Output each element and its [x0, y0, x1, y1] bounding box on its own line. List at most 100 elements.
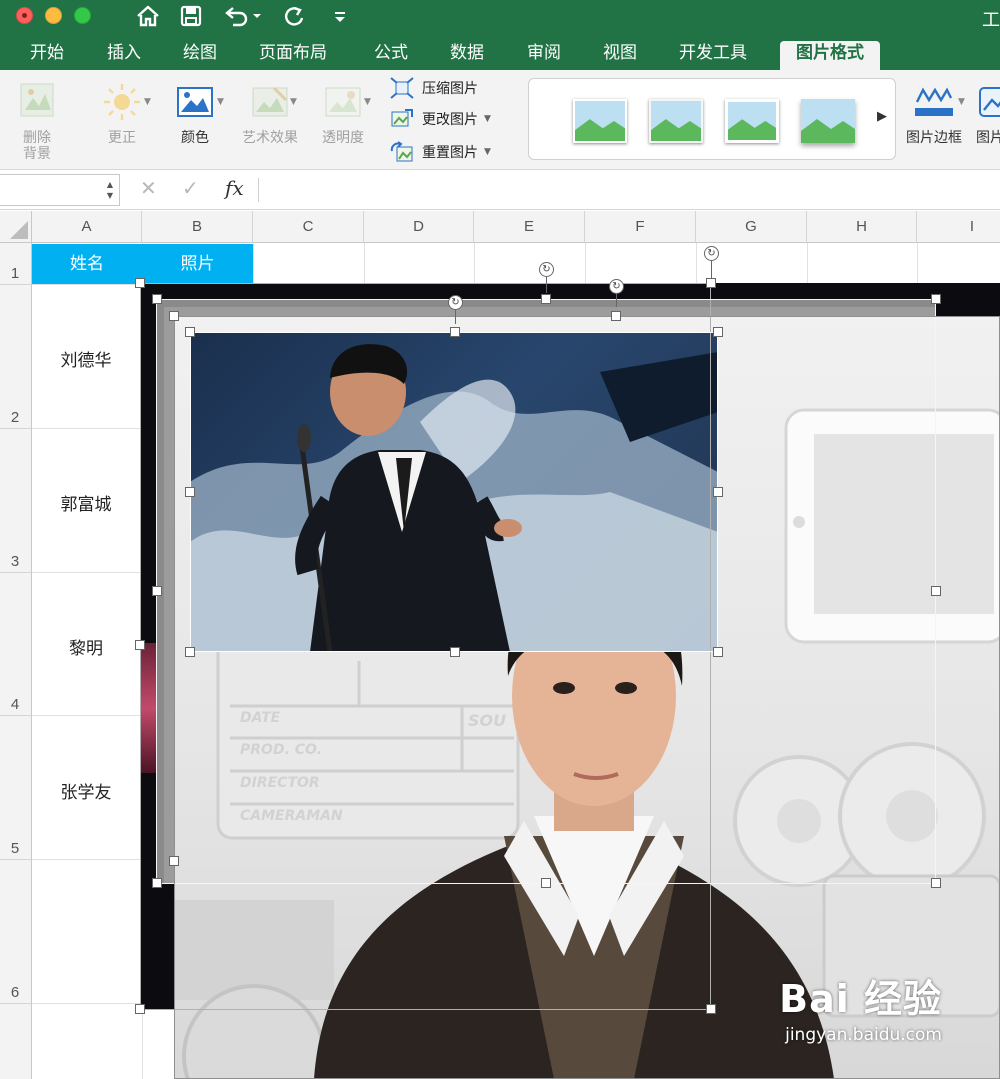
- resize-handle[interactable]: [450, 327, 460, 337]
- resize-handle[interactable]: [135, 278, 145, 288]
- minimize-window-button[interactable]: [45, 7, 62, 24]
- color-button[interactable]: 颜色: [166, 82, 224, 146]
- tab-formulas[interactable]: 公式: [372, 41, 410, 70]
- resize-handle[interactable]: [611, 311, 621, 321]
- rotate-handle-icon[interactable]: ↻: [609, 279, 624, 294]
- compress-pictures-button[interactable]: 压缩图片: [390, 76, 478, 100]
- picture-border-button[interactable]: 图片边框: [902, 82, 966, 146]
- resize-handle[interactable]: [135, 640, 145, 650]
- compress-icon: [390, 77, 414, 99]
- column-header-f[interactable]: F: [585, 211, 696, 243]
- selection-frame-photo-1: [190, 332, 718, 652]
- resize-handle[interactable]: [152, 586, 162, 596]
- rotate-handle-icon[interactable]: ↻: [704, 246, 719, 261]
- change-picture-icon: [391, 109, 413, 127]
- row-header-3[interactable]: 3: [0, 429, 32, 573]
- home-icon[interactable]: [134, 2, 162, 30]
- artistic-effects-icon: [252, 86, 288, 117]
- resize-handle[interactable]: [713, 647, 723, 657]
- picture-style-4[interactable]: [801, 99, 855, 143]
- column-header-e[interactable]: E: [474, 211, 585, 243]
- sun-icon: [104, 84, 140, 120]
- tab-insert[interactable]: 插入: [105, 41, 143, 70]
- tab-data[interactable]: 数据: [448, 41, 486, 70]
- column-header-i[interactable]: I: [917, 211, 1000, 243]
- resize-handle[interactable]: [169, 311, 179, 321]
- reset-picture-icon: [390, 141, 413, 162]
- cell-name-4[interactable]: 张学友: [32, 778, 140, 803]
- gallery-next-icon[interactable]: ▶: [877, 109, 887, 124]
- cancel-icon[interactable]: ✕: [140, 176, 157, 200]
- reset-picture-button[interactable]: 重置图片 ▼: [390, 140, 491, 164]
- column-header-g[interactable]: G: [696, 211, 807, 243]
- row-header-6[interactable]: 6: [0, 860, 32, 1004]
- tab-home[interactable]: 开始: [28, 41, 66, 70]
- resize-handle[interactable]: [706, 278, 716, 288]
- resize-handle[interactable]: [185, 487, 195, 497]
- cell-name-2[interactable]: 郭富城: [32, 490, 140, 515]
- column-header-h[interactable]: H: [807, 211, 917, 243]
- resize-handle[interactable]: [185, 647, 195, 657]
- tab-view[interactable]: 视图: [601, 41, 639, 70]
- undo-icon[interactable]: [222, 2, 264, 30]
- zoom-window-button[interactable]: [74, 7, 91, 24]
- resize-handle[interactable]: [713, 327, 723, 337]
- resize-handle[interactable]: [931, 878, 941, 888]
- resize-handle[interactable]: [706, 1004, 716, 1014]
- transparency-dropdown-icon[interactable]: ▼: [364, 97, 371, 107]
- tab-draw[interactable]: 绘图: [181, 41, 219, 70]
- change-picture-button[interactable]: 更改图片 ▼: [390, 107, 491, 131]
- picture-style-2[interactable]: [649, 99, 703, 143]
- cell-b1-photo-header[interactable]: 照片: [142, 244, 253, 284]
- column-header-d[interactable]: D: [364, 211, 474, 243]
- name-box-stepper-icon[interactable]: ▲ ▼: [107, 179, 113, 201]
- corrections-dropdown-icon[interactable]: ▼: [144, 97, 151, 107]
- row-header-4[interactable]: 4: [0, 573, 32, 716]
- transparency-button[interactable]: 透明度: [312, 82, 374, 146]
- column-header-b[interactable]: B: [142, 211, 253, 243]
- cell-name-1[interactable]: 刘德华: [32, 346, 140, 371]
- resize-handle[interactable]: [713, 487, 723, 497]
- tab-page-layout[interactable]: 页面布局: [257, 41, 329, 70]
- resize-handle[interactable]: [169, 856, 179, 866]
- tab-developer[interactable]: 开发工具: [677, 41, 749, 70]
- resize-handle[interactable]: [185, 327, 195, 337]
- remove-background-button[interactable]: 删除 背景: [12, 80, 62, 162]
- color-dropdown-icon[interactable]: ▼: [217, 97, 224, 107]
- tab-picture-format[interactable]: 图片格式: [780, 41, 880, 70]
- cell-name-3[interactable]: 黎明: [32, 634, 140, 659]
- row-header-5[interactable]: 5: [0, 716, 32, 860]
- tab-review[interactable]: 审阅: [525, 41, 563, 70]
- resize-handle[interactable]: [931, 294, 941, 304]
- insert-function-icon[interactable]: fx: [225, 176, 244, 200]
- picture-effects-button[interactable]: 图片: [976, 82, 1000, 146]
- rotate-handle-icon[interactable]: ↻: [539, 262, 554, 277]
- row-header-1[interactable]: 1: [0, 243, 32, 285]
- corrections-button[interactable]: 更正: [93, 82, 151, 146]
- customize-icon[interactable]: [330, 2, 350, 30]
- resize-handle[interactable]: [135, 1004, 145, 1014]
- column-header-a[interactable]: A: [32, 211, 142, 243]
- select-all-corner[interactable]: [0, 211, 32, 243]
- row-header-2[interactable]: 2: [0, 285, 32, 429]
- picture-style-3[interactable]: [725, 99, 779, 143]
- resize-handle[interactable]: [541, 294, 551, 304]
- artistic-dropdown-icon[interactable]: ▼: [290, 97, 297, 107]
- resize-handle[interactable]: [450, 647, 460, 657]
- resize-handle[interactable]: [541, 878, 551, 888]
- name-box[interactable]: ▲ ▼: [0, 174, 120, 206]
- rotate-handle-icon[interactable]: ↻: [448, 295, 463, 310]
- resize-handle[interactable]: [931, 586, 941, 596]
- picture-style-1[interactable]: [573, 99, 627, 143]
- row-header-7[interactable]: [0, 1004, 32, 1079]
- column-header-c[interactable]: C: [253, 211, 364, 243]
- border-dropdown-icon[interactable]: ▼: [958, 97, 965, 107]
- save-icon[interactable]: [178, 2, 204, 30]
- cell-a1-name-header[interactable]: 姓名: [32, 244, 142, 284]
- resize-handle[interactable]: [152, 878, 162, 888]
- redo-icon[interactable]: [280, 2, 308, 30]
- resize-handle[interactable]: [152, 294, 162, 304]
- enter-icon[interactable]: ✓: [182, 176, 199, 200]
- artistic-effects-button[interactable]: 艺术效果: [236, 82, 304, 146]
- close-window-button[interactable]: [16, 7, 33, 24]
